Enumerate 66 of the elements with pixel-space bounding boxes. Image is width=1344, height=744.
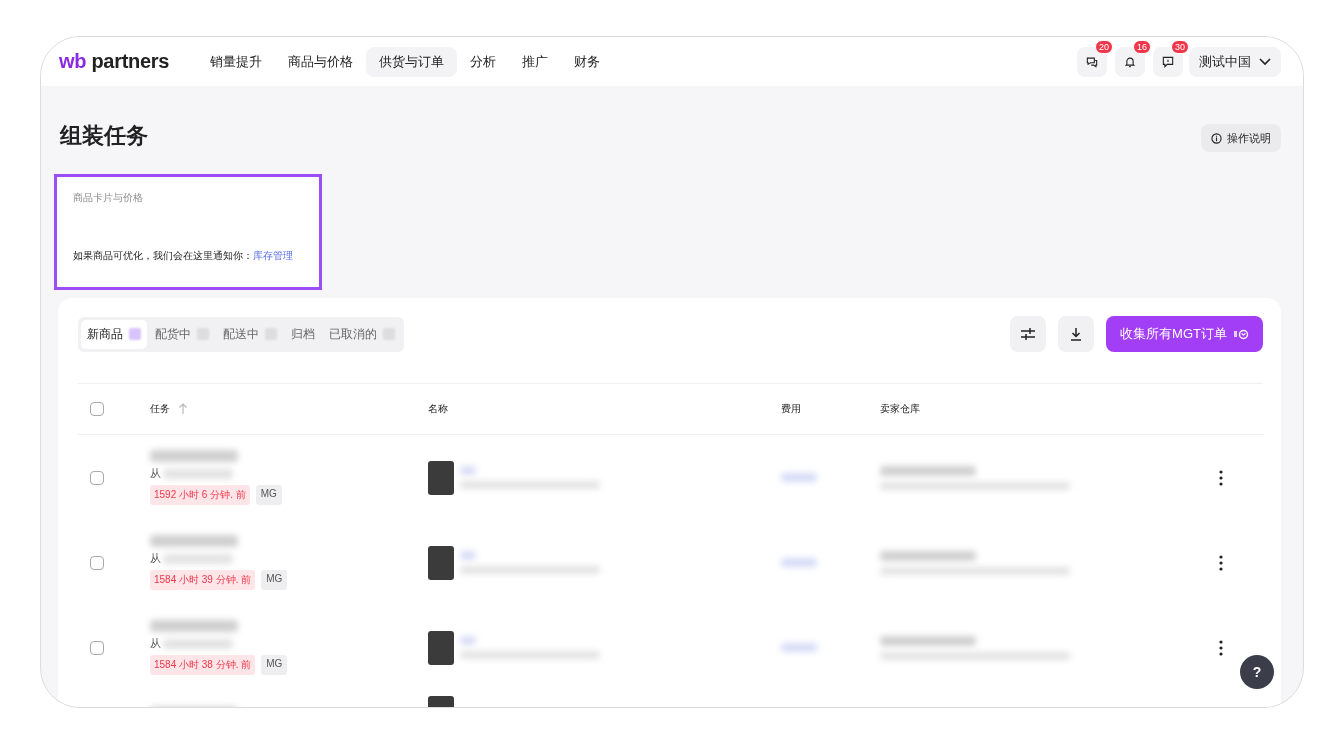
type-tag: MG (261, 655, 288, 675)
collect-orders-button[interactable]: 收集所有MGT订单 (1106, 316, 1263, 352)
redacted-text (781, 643, 817, 652)
type-tag: MG (255, 485, 282, 505)
status-tab[interactable]: 已取消的 (323, 319, 401, 349)
count-badge: 16 (1133, 39, 1151, 54)
download-button[interactable] (1058, 316, 1095, 352)
info-icon (1211, 132, 1222, 144)
status-tab[interactable]: 新商品 (81, 319, 147, 349)
chat-icon (1085, 54, 1099, 69)
status-tab[interactable]: 配货中 (149, 319, 215, 349)
page-title: 组装任务 (60, 122, 148, 150)
count-badge: 30 (1171, 39, 1189, 54)
more-icon[interactable] (1219, 554, 1223, 571)
from-label: 从 (150, 636, 161, 651)
notice-title: 商品卡片与价格 (73, 191, 144, 205)
chat-button[interactable] (1077, 46, 1107, 77)
status-tab[interactable]: 配送中 (217, 319, 283, 349)
more-icon[interactable] (1219, 639, 1223, 656)
redacted-text (460, 551, 476, 560)
more-icon[interactable] (1219, 469, 1223, 486)
inventory-link[interactable]: 库存管理 (253, 250, 293, 261)
age-badge: 1592 小时 6 分钟. 前 (150, 485, 250, 505)
select-all-checkbox[interactable] (90, 402, 104, 416)
redacted-text (163, 638, 233, 649)
product-photo-placeholder (428, 460, 454, 495)
row-checkbox[interactable] (90, 640, 104, 655)
column-header: 名称 (428, 402, 448, 416)
type-tag: MG (261, 570, 288, 590)
product-photo-placeholder (428, 630, 454, 665)
row-checkbox[interactable] (90, 555, 104, 570)
redacted-text (163, 468, 233, 479)
redacted-text (781, 473, 817, 482)
row-checkbox[interactable] (90, 470, 104, 485)
from-label: 从 (150, 466, 161, 481)
column-header: 费用 (781, 402, 801, 416)
column-header: 任务 (150, 402, 170, 416)
bell-button[interactable] (1115, 46, 1145, 77)
nav-tab[interactable]: 财务 (561, 46, 614, 77)
redacted-text (460, 466, 476, 475)
instructions-button[interactable]: 操作说明 (1201, 124, 1281, 152)
nav-tab[interactable]: 商品与价格 (275, 46, 367, 77)
feedback-button[interactable] (1153, 46, 1183, 77)
nav-tab[interactable]: 供货与订单 (366, 46, 458, 77)
status-tab[interactable]: 归档 (285, 319, 321, 349)
filter-button[interactable] (1010, 316, 1047, 352)
nav-tab[interactable]: 销量提升 (197, 46, 276, 77)
column-header: 卖家仓库 (880, 402, 920, 416)
nav-tab[interactable]: 分析 (457, 46, 510, 77)
box-icon (1233, 328, 1249, 340)
product-photo-placeholder (428, 545, 454, 580)
sliders-icon (1020, 327, 1037, 341)
redacted-text (781, 558, 817, 567)
age-badge: 1584 小时 39 分钟. 前 (150, 570, 256, 590)
redacted-text (163, 553, 233, 564)
notice-text: 如果商品可优化，我们会在这里通知你：库存管理 (73, 249, 294, 263)
redacted-text (460, 636, 476, 645)
nav-tab[interactable]: 推广 (509, 46, 562, 77)
from-label: 从 (150, 551, 161, 566)
count-badge: 20 (1095, 39, 1113, 54)
age-badge: 1584 小时 38 分钟. 前 (150, 655, 256, 675)
feedback-icon (1161, 54, 1175, 69)
account-dropdown[interactable]: 测试中国 (1189, 46, 1281, 77)
chevron-down-icon (1259, 57, 1271, 66)
logo[interactable]: wb partners (59, 50, 170, 73)
download-icon (1069, 327, 1084, 341)
